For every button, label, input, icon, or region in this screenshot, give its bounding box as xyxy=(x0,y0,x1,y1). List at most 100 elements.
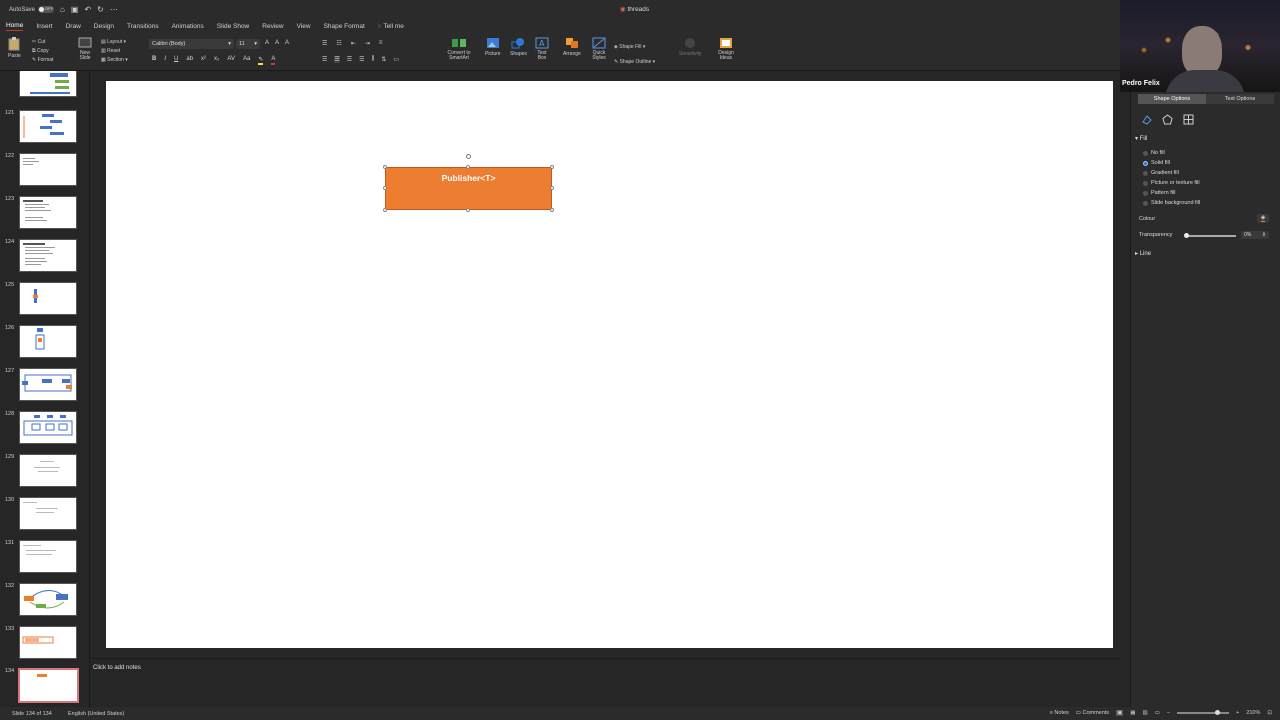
resize-handle[interactable] xyxy=(550,208,554,212)
autosave-toggle[interactable]: OFF xyxy=(38,6,55,13)
reset-button[interactable]: ▥ Reset xyxy=(101,47,128,56)
fill-option-picture-texture[interactable]: Picture or texture fill xyxy=(1143,180,1200,186)
transparency-input[interactable]: 0% ⇕ xyxy=(1241,231,1269,239)
customize-toolbar-icon[interactable]: ⋯ xyxy=(110,5,118,14)
decrease-indent-icon[interactable]: ⇤ xyxy=(351,40,356,47)
sensitivity-button[interactable]: Sensitivity xyxy=(679,37,702,57)
normal-view-icon[interactable]: ▣ xyxy=(1116,710,1124,716)
transparency-slider[interactable] xyxy=(1184,233,1236,238)
superscript-button[interactable]: x² xyxy=(201,56,206,65)
tab-slide-show[interactable]: Slide Show xyxy=(217,23,250,30)
tab-text-options[interactable]: Text Options xyxy=(1206,94,1274,104)
subscript-button[interactable]: x₂ xyxy=(214,56,219,65)
resize-handle[interactable] xyxy=(466,165,470,169)
tab-review[interactable]: Review xyxy=(262,23,283,30)
slide-thumbnail[interactable] xyxy=(0,71,89,109)
slide-sorter-icon[interactable]: ▦ xyxy=(1130,710,1135,716)
slide-thumbnail[interactable]: 125 xyxy=(0,282,89,322)
slide-thumbnail[interactable]: 123 xyxy=(0,196,89,236)
slide-thumbnail[interactable]: 128 xyxy=(0,411,89,451)
slide-thumbnail[interactable]: 131 xyxy=(0,540,89,580)
slide-thumbnail-selected[interactable]: 134 xyxy=(0,668,89,707)
tab-tell-me[interactable]: ◌ Tell me xyxy=(378,23,404,30)
tab-draw[interactable]: Draw xyxy=(66,23,81,30)
comments-button[interactable]: ▭ Comments xyxy=(1076,710,1109,716)
tab-design[interactable]: Design xyxy=(94,23,114,30)
radio-button-selected[interactable] xyxy=(1143,160,1148,166)
tab-home[interactable]: Home xyxy=(6,22,24,31)
font-name-dropdown[interactable]: Calibri (Body) ▾ xyxy=(149,39,234,49)
rotate-handle[interactable] xyxy=(466,154,471,159)
decrease-font-icon[interactable]: A xyxy=(275,40,279,46)
clear-formatting-icon[interactable]: A xyxy=(285,40,289,46)
bullets-icon[interactable]: ☰ xyxy=(322,40,327,47)
notes-pane[interactable]: Click to add notes xyxy=(91,658,1120,707)
size-properties-icon[interactable] xyxy=(1183,114,1194,125)
slide-thumbnail[interactable]: 130 xyxy=(0,497,89,537)
new-slide-button[interactable]: New Slide xyxy=(76,37,94,61)
cut-button[interactable]: ✂ Cut xyxy=(32,38,53,47)
section-button[interactable]: ▦ Section ▾ xyxy=(101,56,128,65)
increase-font-icon[interactable]: A xyxy=(265,40,269,46)
resize-handle[interactable] xyxy=(466,208,470,212)
slide-show-icon[interactable]: ▭ xyxy=(1155,710,1160,716)
text-box-button[interactable]: A Text Box xyxy=(535,37,549,61)
design-ideas-button[interactable]: Design Ideas xyxy=(716,37,736,61)
zoom-out-icon[interactable]: − xyxy=(1167,710,1170,716)
fill-option-slide-background[interactable]: Slide background fill xyxy=(1143,200,1200,206)
slide-thumbnail[interactable]: 122 xyxy=(0,153,89,193)
align-text-icon[interactable]: ▭ xyxy=(393,56,399,63)
justify-icon[interactable]: ☰ xyxy=(359,56,364,63)
reading-view-icon[interactable]: ▥ xyxy=(1142,710,1147,716)
strikethrough-button[interactable]: ab xyxy=(186,56,193,65)
zoom-in-icon[interactable]: + xyxy=(1236,710,1239,716)
quick-styles-button[interactable]: Quick Styles xyxy=(590,37,608,61)
tab-shape-options[interactable]: Shape Options xyxy=(1138,94,1206,104)
fill-option-pattern-fill[interactable]: Pattern fill xyxy=(1143,190,1175,196)
radio-button[interactable] xyxy=(1143,200,1148,206)
undo-icon[interactable]: ↶ xyxy=(84,5,91,14)
tab-transitions[interactable]: Transitions xyxy=(127,23,159,30)
radio-button[interactable] xyxy=(1143,170,1148,176)
save-icon[interactable]: ▣ xyxy=(71,5,79,14)
layout-button[interactable]: ▤ Layout ▾ xyxy=(101,38,128,47)
zoom-slider[interactable] xyxy=(1177,710,1230,715)
shape-outline-button[interactable]: ✎ Shape Outline ▾ xyxy=(614,55,655,70)
fit-slide-icon[interactable]: ⊡ xyxy=(1267,710,1272,716)
fill-option-solid-fill[interactable]: Solid fill xyxy=(1143,160,1170,166)
fill-option-no-fill[interactable]: No fill xyxy=(1143,150,1165,156)
slide-thumbnail[interactable]: 132 xyxy=(0,583,89,623)
resize-handle[interactable] xyxy=(550,186,554,190)
resize-handle[interactable] xyxy=(550,165,554,169)
stepper-icon[interactable]: ⇕ xyxy=(1262,232,1266,238)
notes-placeholder[interactable]: Click to add notes xyxy=(93,665,141,671)
fill-line-icon[interactable] xyxy=(1141,114,1152,125)
change-case-button[interactable]: Aa xyxy=(243,56,250,65)
font-size-dropdown[interactable]: 11 ▾ xyxy=(236,39,260,49)
resize-handle[interactable] xyxy=(383,208,387,212)
radio-button[interactable] xyxy=(1143,180,1148,186)
zoom-level[interactable]: 210% xyxy=(1246,710,1260,716)
redo-icon[interactable]: ↻ xyxy=(97,5,104,14)
colour-picker-button[interactable]: ◈ xyxy=(1257,214,1269,223)
highlight-color-button[interactable]: ✎ xyxy=(258,56,264,65)
effects-icon[interactable] xyxy=(1162,114,1173,125)
columns-icon[interactable]: ⫼ xyxy=(372,56,375,63)
font-color-button[interactable]: A xyxy=(271,56,276,65)
shapes-button[interactable]: Shapes xyxy=(510,37,527,57)
zoom-thumb[interactable] xyxy=(1215,710,1221,715)
numbering-icon[interactable]: ☷ xyxy=(336,40,341,47)
increase-indent-icon[interactable]: ⇥ xyxy=(365,40,370,47)
paste-button[interactable]: Paste xyxy=(8,37,21,59)
underline-button[interactable]: U xyxy=(174,56,178,65)
text-direction-icon[interactable]: ⇅ xyxy=(381,56,386,63)
slide-thumbnail[interactable]: 127 xyxy=(0,368,89,408)
language-indicator[interactable]: English (United States) xyxy=(68,711,124,717)
bold-button[interactable]: B xyxy=(152,56,156,65)
shape-text[interactable]: Publisher<T> xyxy=(442,173,496,183)
current-slide[interactable] xyxy=(106,81,1113,648)
align-left-icon[interactable]: ☰ xyxy=(322,56,327,63)
line-spacing-icon[interactable]: ≡ xyxy=(379,40,383,47)
italic-button[interactable]: I xyxy=(164,56,166,65)
slide-thumbnail[interactable]: 124 xyxy=(0,239,89,279)
